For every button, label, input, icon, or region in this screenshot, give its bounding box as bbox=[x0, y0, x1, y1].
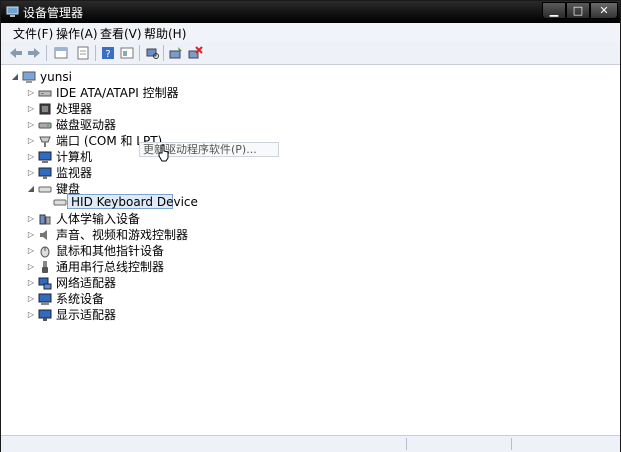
tree-item[interactable]: ▷ 网络适配器 bbox=[27, 275, 227, 291]
tree-item[interactable]: ▷ 处理器 bbox=[27, 101, 227, 117]
collapse-arrow-icon[interactable]: ◢ bbox=[11, 69, 19, 85]
console-icon[interactable] bbox=[119, 45, 135, 61]
device-tree[interactable]: ◢ yunsi ▷ IDE ATA/ATAPI 控制器 ▷ 处理器 ▷ 磁盘驱动… bbox=[1, 65, 620, 435]
expand-arrow-icon[interactable]: ▷ bbox=[27, 227, 35, 243]
minimize-button[interactable]: ▁ bbox=[542, 2, 566, 19]
disk-drive-icon bbox=[38, 122, 52, 129]
tree-item-label: 监视器 bbox=[56, 166, 93, 180]
system-icon bbox=[38, 293, 52, 305]
expand-arrow-icon[interactable]: ▷ bbox=[27, 275, 35, 291]
toolbar: ? bbox=[1, 42, 620, 65]
computer-icon bbox=[38, 151, 52, 163]
tree-item[interactable]: ▷ 系统设备 bbox=[27, 291, 227, 307]
usb-icon bbox=[42, 261, 48, 273]
expand-arrow-icon[interactable]: ▷ bbox=[27, 259, 35, 275]
expand-arrow-icon[interactable]: ▷ bbox=[27, 117, 35, 133]
keyboard-device-icon bbox=[53, 199, 67, 206]
menu-bar: 文件(F) 操作(A) 查看(V) 帮助(H) bbox=[1, 23, 620, 43]
tree-root-label: yunsi bbox=[40, 70, 72, 84]
display-icon bbox=[38, 309, 52, 321]
tree-item-label: 网络适配器 bbox=[56, 276, 117, 290]
expand-arrow-icon[interactable]: ▷ bbox=[27, 101, 35, 117]
tree-item-label: IDE ATA/ATAPI 控制器 bbox=[56, 86, 179, 100]
back-icon[interactable] bbox=[8, 45, 24, 61]
help-icon[interactable]: ? bbox=[100, 45, 116, 61]
expand-arrow-icon[interactable]: ▷ bbox=[27, 133, 35, 149]
expand-arrow-icon[interactable]: ▷ bbox=[27, 307, 35, 323]
device-manager-icon bbox=[6, 6, 19, 17]
tree-item-label: 通用串行总线控制器 bbox=[56, 260, 165, 274]
monitor-icon bbox=[38, 167, 52, 179]
expand-arrow-icon[interactable]: ▷ bbox=[27, 243, 35, 259]
tree-item-label: 磁盘驱动器 bbox=[56, 118, 117, 132]
uninstall-icon[interactable] bbox=[187, 45, 203, 61]
status-divider bbox=[406, 438, 407, 450]
tree-item[interactable]: ▷ 声音、视频和游戏控制器 bbox=[27, 227, 227, 243]
ide-controller-icon bbox=[38, 90, 52, 97]
maximize-button[interactable]: □ bbox=[566, 2, 590, 19]
status-bar bbox=[1, 435, 620, 452]
menu-view[interactable]: 查看(V) bbox=[100, 25, 142, 42]
tree-item-label: 鼠标和其他指针设备 bbox=[56, 244, 165, 258]
processor-icon bbox=[39, 103, 51, 115]
tree-item[interactable]: ▷ IDE ATA/ATAPI 控制器 bbox=[27, 85, 227, 101]
menu-file[interactable]: 文件(F) bbox=[13, 25, 53, 42]
network-icon bbox=[38, 277, 52, 290]
toolbar-separator bbox=[163, 45, 164, 61]
collapse-arrow-icon[interactable]: ◢ bbox=[27, 181, 35, 197]
toolbar-separator bbox=[46, 45, 47, 61]
expand-arrow-icon[interactable]: ▷ bbox=[27, 85, 35, 101]
window-title: 设备管理器 bbox=[23, 6, 84, 20]
tree-item-label: 处理器 bbox=[56, 102, 93, 116]
tree-item-label: HID Keyboard Device bbox=[71, 195, 198, 209]
menu-action[interactable]: 操作(A) bbox=[56, 25, 98, 42]
view-icon[interactable] bbox=[75, 45, 91, 61]
expand-arrow-icon[interactable]: ▷ bbox=[27, 211, 35, 227]
svg-text:?: ? bbox=[105, 49, 110, 60]
tree-item-label: 声音、视频和游戏控制器 bbox=[56, 228, 189, 242]
tree-item-label: 系统设备 bbox=[56, 292, 105, 306]
tree-item-label: 计算机 bbox=[56, 150, 93, 164]
close-button[interactable]: ✕ bbox=[590, 2, 618, 19]
mouse-icon bbox=[40, 246, 50, 258]
computer-icon bbox=[22, 71, 36, 83]
tree-item[interactable]: ▷ 监视器 bbox=[27, 165, 227, 181]
toolbar-separator bbox=[95, 45, 96, 61]
menu-help[interactable]: 帮助(H) bbox=[144, 25, 186, 42]
hid-icon bbox=[39, 214, 51, 225]
update-driver-icon[interactable] bbox=[168, 45, 184, 61]
tree-item[interactable]: ▷ 人体学输入设备 bbox=[27, 211, 227, 227]
forward-icon[interactable] bbox=[26, 45, 42, 61]
tree-item[interactable]: ▷ 鼠标和其他指针设备 bbox=[27, 243, 227, 259]
tree-child-item[interactable]: HID Keyboard Device bbox=[43, 194, 198, 210]
tree-item[interactable]: ▷ 通用串行总线控制器 bbox=[27, 259, 227, 275]
title-bar[interactable]: 设备管理器 ▁ □ ✕ bbox=[1, 1, 620, 23]
mouse-cursor-icon bbox=[158, 144, 169, 162]
device-manager-window: 设备管理器 ▁ □ ✕ 文件(F) 操作(A) 查看(V) 帮助(H) ? ◢ … bbox=[0, 0, 621, 452]
status-divider bbox=[511, 438, 512, 450]
tree-root[interactable]: ◢ yunsi bbox=[11, 69, 131, 85]
tree-item[interactable]: ▷ 磁盘驱动器 bbox=[27, 117, 227, 133]
expand-arrow-icon[interactable]: ▷ bbox=[27, 165, 35, 181]
expand-arrow-icon[interactable]: ▷ bbox=[27, 149, 35, 165]
sound-icon bbox=[40, 230, 47, 240]
tree-item-label: 人体学输入设备 bbox=[56, 212, 141, 226]
scan-icon[interactable] bbox=[144, 45, 160, 61]
tree-item[interactable]: ▷ 显示适配器 bbox=[27, 307, 227, 323]
expand-arrow-icon[interactable]: ▷ bbox=[27, 291, 35, 307]
toolbar-separator bbox=[139, 45, 140, 61]
tree-item-label: 显示适配器 bbox=[56, 308, 117, 322]
port-icon bbox=[39, 136, 51, 147]
properties-icon[interactable] bbox=[53, 45, 69, 61]
